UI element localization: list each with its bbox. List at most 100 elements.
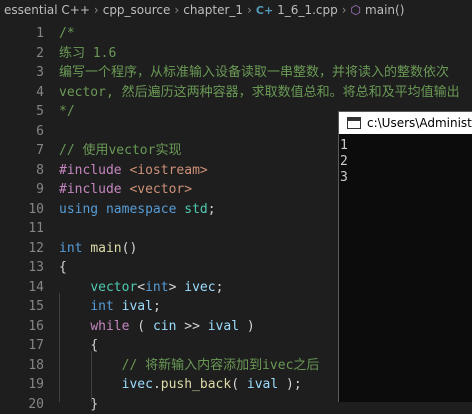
console-title-bar[interactable]: c:\Users\Administrator [339, 112, 472, 134]
console-output-line: 3 [340, 170, 472, 186]
line-number: 5 [0, 102, 44, 122]
code-text: int ival; [59, 297, 161, 317]
code-token: #include [59, 163, 129, 178]
code-text: 练习 1.6 [59, 44, 116, 64]
code-token: vector, 然后遍历这两种容器，求取数值总和。将总和及平均值输出 [59, 85, 460, 100]
line-number: 1 [0, 24, 44, 44]
code-token: { [59, 260, 67, 275]
line-number: 11 [0, 219, 44, 239]
breadcrumb-item-cpp-source[interactable]: cpp_source [103, 3, 171, 17]
code-token: ( [137, 319, 153, 334]
console-output-line: 2 [340, 154, 472, 170]
breadcrumb-item-folder-root[interactable]: essential C++ [4, 3, 90, 17]
code-token: main [90, 241, 121, 256]
code-token: cin [153, 319, 184, 334]
code-token [59, 358, 122, 373]
console-title: c:\Users\Administrator [367, 116, 472, 130]
line-number: 6 [0, 122, 44, 142]
code-token: ; [216, 280, 224, 295]
code-token: . [153, 377, 161, 392]
line-number: 2 [0, 44, 44, 64]
code-token: ( [231, 377, 247, 392]
chevron-right-icon: › [174, 3, 179, 17]
breadcrumb-item-function[interactable]: main() [365, 3, 404, 17]
breadcrumb-item-file[interactable]: 1_6_1.cpp [277, 3, 338, 17]
code-text: using namespace std; [59, 200, 216, 220]
line-number: 3 [0, 63, 44, 83]
code-text: vector, 然后遍历这两种容器，求取数值总和。将总和及平均值输出 [59, 83, 460, 103]
code-token: // 使用vector实现 [59, 143, 181, 158]
code-token: <vector> [129, 182, 192, 197]
line-number: 17 [0, 336, 44, 356]
line-number: 7 [0, 141, 44, 161]
code-token: { [90, 338, 98, 353]
code-text: vector<int> ivec; [59, 278, 223, 298]
code-token: ; [208, 202, 216, 217]
line-number: 4 [0, 83, 44, 103]
code-token: < [137, 280, 145, 295]
code-text: } [59, 395, 98, 414]
code-token [59, 299, 90, 314]
code-token: ; [153, 299, 161, 314]
code-text: #include <iostream> [59, 161, 208, 181]
code-token: () [122, 241, 138, 256]
code-token: */ [59, 104, 75, 119]
code-text: int main() [59, 239, 137, 259]
code-token [59, 280, 90, 295]
line-number: 16 [0, 317, 44, 337]
chevron-right-icon: › [94, 3, 99, 17]
code-token: ival [247, 377, 286, 392]
code-token: ivec [184, 280, 215, 295]
code-text: #include <vector> [59, 180, 192, 200]
code-token: ival [122, 299, 153, 314]
code-token: push_back [161, 377, 231, 392]
code-token: ); [286, 377, 302, 392]
code-text: // 将新输入内容添加到ivec之后 [59, 356, 319, 376]
code-token: 编写一个程序，从标准输入设备读取一串整数，并将读入的整数依次 [59, 65, 449, 80]
code-line[interactable]: 4 vector, 然后遍历这两种容器，求取数值总和。将总和及平均值输出 [0, 83, 472, 103]
code-line[interactable]: 1 /* [0, 24, 472, 44]
breadcrumb: essential C++ › cpp_source › chapter_1 ›… [0, 0, 472, 20]
code-token: 练习 1.6 [59, 46, 116, 61]
code-token: } [90, 397, 98, 412]
line-number: 10 [0, 200, 44, 220]
line-number: 13 [0, 258, 44, 278]
line-number: 9 [0, 180, 44, 200]
code-line[interactable]: 2 练习 1.6 [0, 44, 472, 64]
code-token: int [145, 280, 168, 295]
code-token: >> [184, 319, 207, 334]
code-text: { [59, 258, 67, 278]
code-token [59, 338, 90, 353]
line-number: 18 [0, 356, 44, 376]
code-token: /* [59, 26, 75, 41]
code-token: using [59, 202, 106, 217]
code-token: // 将新输入内容添加到ivec之后 [122, 358, 320, 373]
console-app-icon [347, 117, 361, 129]
code-token: while [90, 319, 137, 334]
line-number: 8 [0, 161, 44, 181]
code-token [59, 319, 90, 334]
code-text: ivec.push_back( ival ); [59, 375, 302, 395]
line-number: 15 [0, 297, 44, 317]
console-output: 1 2 3 [339, 134, 472, 186]
code-token [59, 397, 90, 412]
code-token: namespace [106, 202, 184, 217]
line-number: 12 [0, 239, 44, 259]
code-token [59, 377, 122, 392]
breadcrumb-item-chapter[interactable]: chapter_1 [183, 3, 243, 17]
chevron-right-icon: › [342, 3, 347, 17]
code-text: { [59, 336, 98, 356]
code-text: while ( cin >> ival ) [59, 317, 255, 337]
console-output-line: 1 [340, 138, 472, 154]
code-token: int [90, 299, 121, 314]
cube-icon: ⬡ [351, 3, 361, 17]
code-token: ivec [122, 377, 153, 392]
code-text: // 使用vector实现 [59, 141, 181, 161]
line-number: 20 [0, 395, 44, 414]
code-line[interactable]: 3 编写一个程序，从标准输入设备读取一串整数，并将读入的整数依次 [0, 63, 472, 83]
code-token: #include [59, 182, 129, 197]
code-token: <iostream> [129, 163, 207, 178]
code-text: */ [59, 102, 75, 122]
line-number: 14 [0, 278, 44, 298]
console-window[interactable]: c:\Users\Administrator 1 2 3 [338, 111, 472, 402]
